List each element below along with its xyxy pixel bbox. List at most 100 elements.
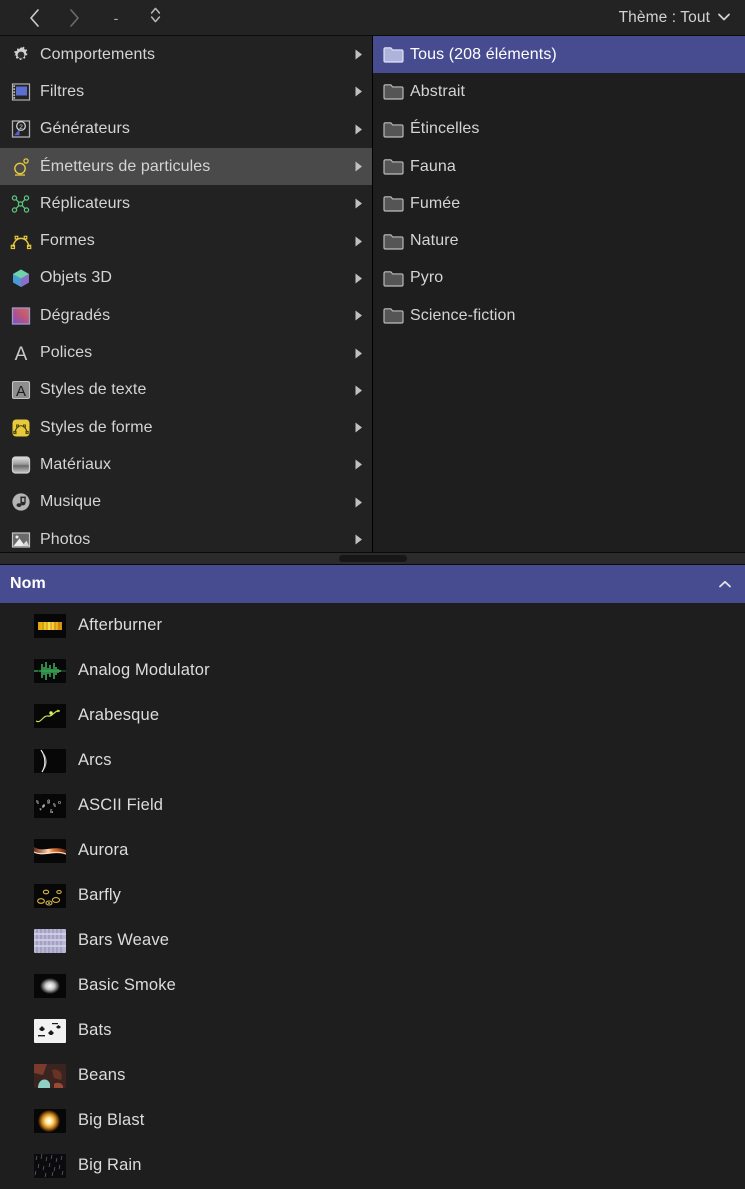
asset-row[interactable]: Arcs [0, 738, 745, 783]
asset-row[interactable]: % # @% o * & ASCII Field [0, 783, 745, 828]
submenu-arrow-icon [353, 309, 364, 322]
asset-row[interactable]: Big Rain [0, 1143, 745, 1188]
folder-icon [381, 80, 405, 104]
svg-text:%: % [53, 803, 56, 809]
resize-grip [338, 555, 407, 562]
asset-row[interactable]: Big Blast [0, 1098, 745, 1143]
category-row-objets-3d[interactable]: Objets 3D [0, 260, 372, 297]
category-row-styles-de-texte[interactable]: A Styles de texte [0, 372, 372, 409]
folder-row-tincelles[interactable]: Étincelles [373, 111, 745, 148]
submenu-arrow-icon [353, 272, 364, 285]
category-label: Photos [40, 530, 91, 548]
category-label: Formes [40, 232, 95, 250]
asset-row[interactable]: Analog Modulator [0, 648, 745, 693]
asset-row[interactable]: Beans [0, 1053, 745, 1098]
submenu-arrow-icon [353, 160, 364, 173]
asset-label: Bars Weave [78, 931, 170, 949]
category-row-filtres[interactable]: Filtres [0, 73, 372, 110]
cube-3d-icon [9, 266, 33, 290]
folder-label: Nature [410, 232, 459, 250]
submenu-arrow-icon [353, 533, 364, 546]
submenu-arrow-icon [353, 85, 364, 98]
back-button[interactable] [14, 5, 54, 31]
submenu-arrow-icon [353, 347, 364, 360]
category-label: Comportements [40, 45, 156, 63]
svg-text:#: # [42, 804, 45, 810]
asset-thumbnail [34, 838, 66, 863]
category-label: Matériaux [40, 455, 112, 473]
folder-icon [381, 43, 405, 67]
svg-text:A: A [15, 344, 28, 364]
gradient-icon [9, 304, 33, 328]
category-list[interactable]: Comportements Filtres 2 Générateurs Émetteur… [0, 36, 373, 552]
forward-button[interactable] [54, 5, 94, 31]
submenu-arrow-icon [353, 496, 364, 509]
category-row-r-plicateurs[interactable]: Réplicateurs [0, 185, 372, 222]
asset-thumbnail: % # @% o * & [34, 793, 66, 818]
asset-row[interactable]: Afterburner [0, 603, 745, 648]
asset-row[interactable]: Aurora [0, 828, 745, 873]
chevron-right-icon [68, 8, 81, 28]
folder-row-fauna[interactable]: Fauna [373, 148, 745, 185]
asset-label: Arcs [78, 751, 112, 769]
submenu-arrow-icon [353, 458, 364, 471]
pane-resize-handle[interactable] [0, 552, 745, 565]
path-button[interactable]: - [94, 5, 138, 31]
folder-icon [381, 117, 405, 141]
folder-list[interactable]: Tous (208 éléments) Abstrait Étincelles Fau… [373, 36, 745, 552]
asset-row[interactable]: Bats [0, 1008, 745, 1053]
asset-label: Big Blast [78, 1111, 145, 1129]
category-row-comportements[interactable]: Comportements [0, 36, 372, 73]
folder-row-tous-208-l-ments[interactable]: Tous (208 éléments) [373, 36, 745, 74]
replicator-icon [9, 192, 33, 216]
material-icon [9, 453, 33, 477]
folder-row-pyro[interactable]: Pyro [373, 260, 745, 297]
folder-label: Fumée [410, 194, 461, 212]
filmstrip-icon [9, 80, 33, 104]
asset-label: Arabesque [78, 706, 160, 724]
asset-label: Bats [78, 1021, 112, 1039]
folder-icon [381, 155, 405, 179]
folder-row-nature[interactable]: Nature [373, 222, 745, 259]
category-row-photos[interactable]: Photos [0, 521, 372, 552]
svg-text:%: % [36, 800, 39, 806]
asset-list[interactable]: Afterburner Analog Modulator Arabesque Arcs… [0, 603, 745, 1189]
stepper-button[interactable] [138, 5, 172, 31]
folder-row-fum-e[interactable]: Fumée [373, 185, 745, 222]
category-row-polices[interactable]: A Polices [0, 334, 372, 371]
asset-row[interactable]: Arabesque [0, 693, 745, 738]
asset-label: Analog Modulator [78, 661, 210, 679]
svg-text:2: 2 [19, 124, 23, 131]
category-row-formes[interactable]: Formes [0, 222, 372, 259]
asset-row[interactable]: Barfly [0, 873, 745, 918]
asset-row[interactable]: Basic Smoke [0, 963, 745, 1008]
category-row-metteurs-de-particules[interactable]: Émetteurs de particules [0, 147, 372, 186]
library-browser: Comportements Filtres 2 Générateurs Émetteur… [0, 36, 745, 552]
column-header-name[interactable]: Nom [0, 565, 745, 603]
folder-label: Abstrait [410, 82, 466, 100]
folder-label: Science-fiction [410, 306, 516, 324]
folder-icon [381, 266, 405, 290]
folder-row-science-fiction[interactable]: Science-fiction [373, 297, 745, 334]
toolbar: - Thème : Tout [0, 0, 745, 36]
particle-emitter-icon [9, 155, 33, 179]
category-label: Filtres [40, 82, 85, 100]
submenu-arrow-icon [353, 421, 364, 434]
category-row-mat-riaux[interactable]: Matériaux [0, 446, 372, 483]
asset-thumbnail [34, 1063, 66, 1088]
navigation-group: - [14, 5, 172, 31]
theme-dropdown[interactable]: Thème : Tout [619, 9, 733, 27]
category-row-d-grad-s[interactable]: Dégradés [0, 297, 372, 334]
category-row-g-n-rateurs[interactable]: 2 Générateurs [0, 111, 372, 148]
category-row-styles-de-forme[interactable]: Styles de forme [0, 409, 372, 446]
submenu-arrow-icon [353, 197, 364, 210]
asset-row[interactable]: Bars Weave [0, 918, 745, 963]
category-label: Réplicateurs [40, 194, 131, 212]
asset-thumbnail [34, 703, 66, 728]
submenu-arrow-icon [353, 235, 364, 248]
asset-thumbnail [34, 748, 66, 773]
text-style-icon: A [9, 378, 33, 402]
folder-row-abstrait[interactable]: Abstrait [373, 73, 745, 110]
category-row-musique[interactable]: Musique [0, 484, 372, 521]
folder-icon [381, 304, 405, 328]
